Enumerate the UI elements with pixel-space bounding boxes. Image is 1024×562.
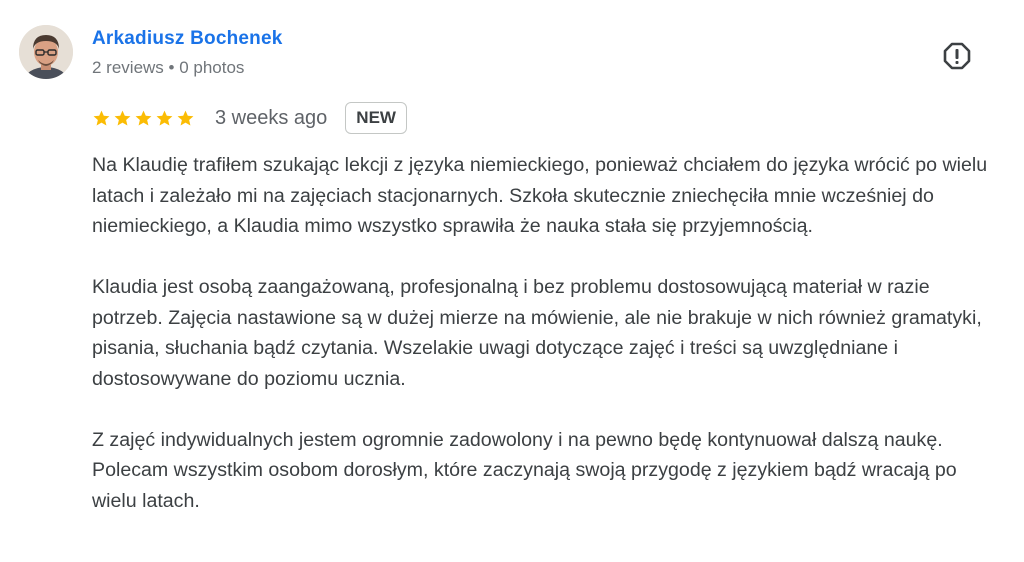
new-badge: NEW [345,102,407,134]
review-time: 3 weeks ago [215,106,328,129]
star-icon [156,110,173,126]
avatar-illustration [19,25,73,79]
star-icon [135,110,152,126]
author-meta: 2 reviews • 0 photos [92,58,245,77]
author-name[interactable]: Arkadiusz Bochenek [92,28,283,50]
star-icon [93,110,110,126]
report-icon[interactable] [941,40,973,72]
review-card: Arkadiusz Bochenek 2 reviews • 0 photos … [0,0,1024,562]
star-rating [92,109,195,128]
rating-row: 3 weeks ago NEW [92,100,407,136]
review-paragraph: Z zajęć indywidualnych jestem ogromnie z… [92,428,957,512]
star-icon [177,110,194,126]
avatar[interactable] [19,25,73,79]
review-paragraph: Na Klaudię trafiłem szukając lekcji z ję… [92,154,988,237]
review-paragraph: Klaudia jest osobą zaangażowaną, profesj… [92,276,982,390]
review-text: Na Klaudię trafiłem szukając lekcji z ję… [92,150,997,516]
star-icon [114,110,131,126]
